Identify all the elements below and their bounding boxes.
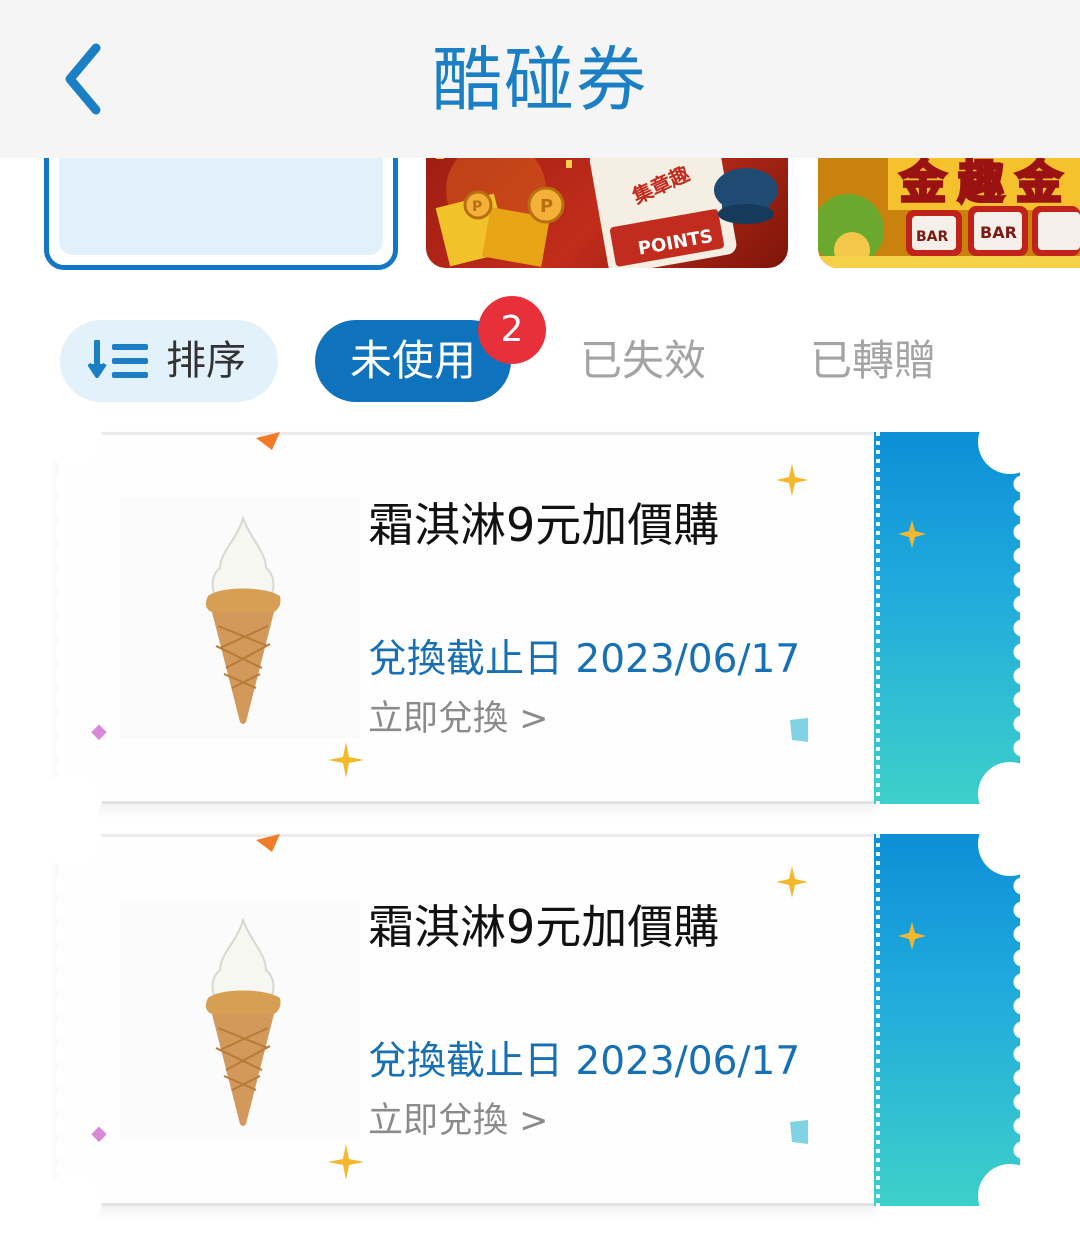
coupon-stub-perforation [876, 432, 880, 804]
coupon-card[interactable]: 霜淇淋9元加價購 兌換截止日 2023/06/17 立即兌換 > [46, 410, 1042, 826]
redeem-now-link[interactable]: 立即兌換 > [368, 1096, 548, 1146]
coupon-stub [874, 432, 1022, 804]
sort-icon [88, 340, 148, 378]
sparkle-decoration [328, 742, 364, 778]
coupon-notch [978, 1164, 1042, 1228]
app-header: 酷碰券 [0, 0, 1080, 158]
coupon-title: 霜淇淋9元加價購 [368, 900, 720, 954]
slot-bar-label-1: BAR [916, 229, 949, 245]
coupon-stub-perforation [876, 834, 880, 1206]
coupon-deadline: 兌換截止日 2023/06/17 [368, 637, 801, 682]
coupon-stub-scallop [1004, 874, 1022, 1174]
confetti-decoration [91, 1126, 107, 1143]
promo-banner-points[interactable]: P P POINTS 集章趣 [426, 150, 788, 268]
ice-cream-cone-icon [205, 516, 281, 724]
coupon-scallop-left [56, 874, 74, 1174]
confetti-decoration [790, 1120, 808, 1144]
page-title: 酷碰券 [432, 39, 648, 121]
tab-expired[interactable]: 已失效 [580, 330, 706, 392]
svg-text:P: P [540, 196, 553, 217]
svg-text:趣: 趣 [958, 155, 1004, 209]
confetti-decoration [91, 724, 107, 741]
coupon-stub-scallop [1004, 472, 1022, 772]
coupon-title: 霜淇淋9元加價購 [368, 498, 720, 552]
slot-machine-art: 金 趣 金 BAR BAR [818, 150, 1080, 268]
coupon-notch [46, 412, 102, 468]
banner-1-card [59, 150, 383, 255]
svg-text:金: 金 [1015, 155, 1063, 209]
coupon-deadline: 兌換截止日 2023/06/17 [368, 1039, 801, 1084]
coupon-stub [874, 834, 1022, 1206]
sparkle-decoration [776, 866, 808, 898]
sparkle-decoration [898, 922, 926, 950]
points-banner-art: P P POINTS 集章趣 [435, 150, 778, 268]
confetti-decoration [256, 834, 280, 852]
coupon-scallop-left [56, 472, 74, 772]
sort-label: 排序 [166, 338, 246, 384]
sparkle-decoration [328, 1144, 364, 1180]
coupon-notch [978, 410, 1042, 474]
redeem-now-link[interactable]: 立即兌換 > [368, 694, 548, 744]
coupon-notch [978, 812, 1042, 876]
sort-button[interactable]: 排序 [60, 320, 278, 402]
coupon-notch [46, 814, 102, 870]
confetti-decoration [790, 718, 808, 742]
promo-banner-slot[interactable]: 金 趣 金 BAR BAR [818, 150, 1080, 268]
coupon-card[interactable]: 霜淇淋9元加價購 兌換截止日 2023/06/17 立即兌換 > [46, 812, 1042, 1228]
ice-cream-cone-icon [205, 918, 281, 1126]
tab-transferred[interactable]: 已轉贈 [810, 330, 936, 392]
sparkle-decoration [898, 520, 926, 548]
svg-text:P: P [472, 199, 482, 215]
sparkle-decoration [776, 464, 808, 496]
slot-bar-label-2: BAR [980, 223, 1017, 242]
confetti-decoration [256, 432, 280, 450]
promo-banner-1[interactable] [44, 150, 398, 270]
coupon-notch [46, 1172, 102, 1228]
unused-count-badge: 2 [478, 296, 546, 364]
svg-text:金: 金 [899, 155, 947, 209]
